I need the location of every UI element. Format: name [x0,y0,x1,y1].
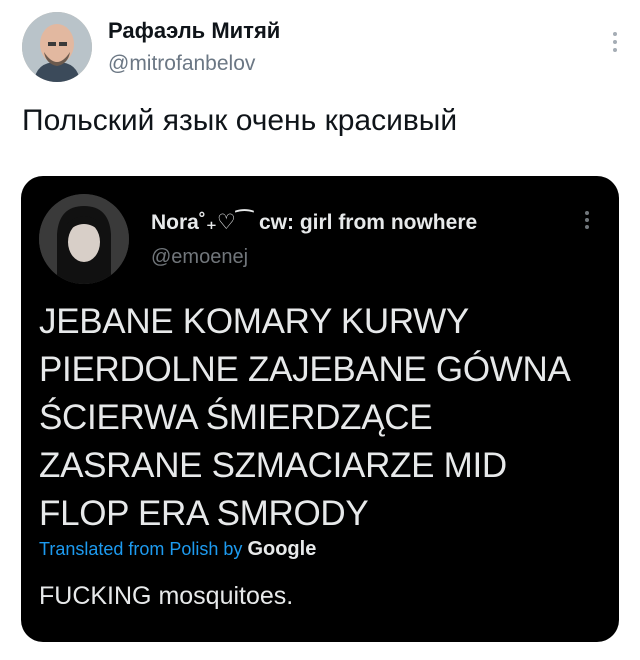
quoted-tweet-image: Nora˚₊♡⁀ cw: girl from nowhere @emoenej … [21,176,619,642]
more-vertical-icon [581,208,593,240]
quoted-avatar [39,194,129,284]
quoted-tweet-text: JEBANE KOMARY KURWY PIERDOLNE ZAJEBANE G… [39,298,609,538]
author-handle[interactable]: @mitrofanbelov [108,52,255,76]
quoted-author-name: Nora˚₊♡⁀ cw: girl from nowhere [151,211,478,234]
quoted-text-line: FLOP ERA SMRODY [39,494,369,533]
tweet-text: Польский язык очень красивый [22,104,458,137]
google-logo: Google [247,538,317,560]
author-name[interactable]: Рафаэль Митяй [108,18,280,44]
quoted-text-line: ZASRANE SZMACIARZE MID [39,446,507,485]
tweet-header: Рафаэль Митяй @mitrofanbelov [22,12,622,88]
quoted-text-line: PIERDOLNE ZAJEBANE GÓWNA [39,350,571,389]
quoted-text-line: ŚCIERWA ŚMIERDZĄCE [39,398,433,437]
avatar[interactable] [22,12,92,82]
translated-from-link: Translated from Polish by Google [39,538,316,561]
more-vertical-icon[interactable] [608,28,622,64]
quoted-author-handle: @emoenej [151,246,249,268]
quoted-text-line: JEBANE KOMARY KURWY [39,302,469,341]
translated-label: Translated from Polish by [39,539,243,559]
translation-text: FUCKING mosquitoes. [39,582,294,610]
